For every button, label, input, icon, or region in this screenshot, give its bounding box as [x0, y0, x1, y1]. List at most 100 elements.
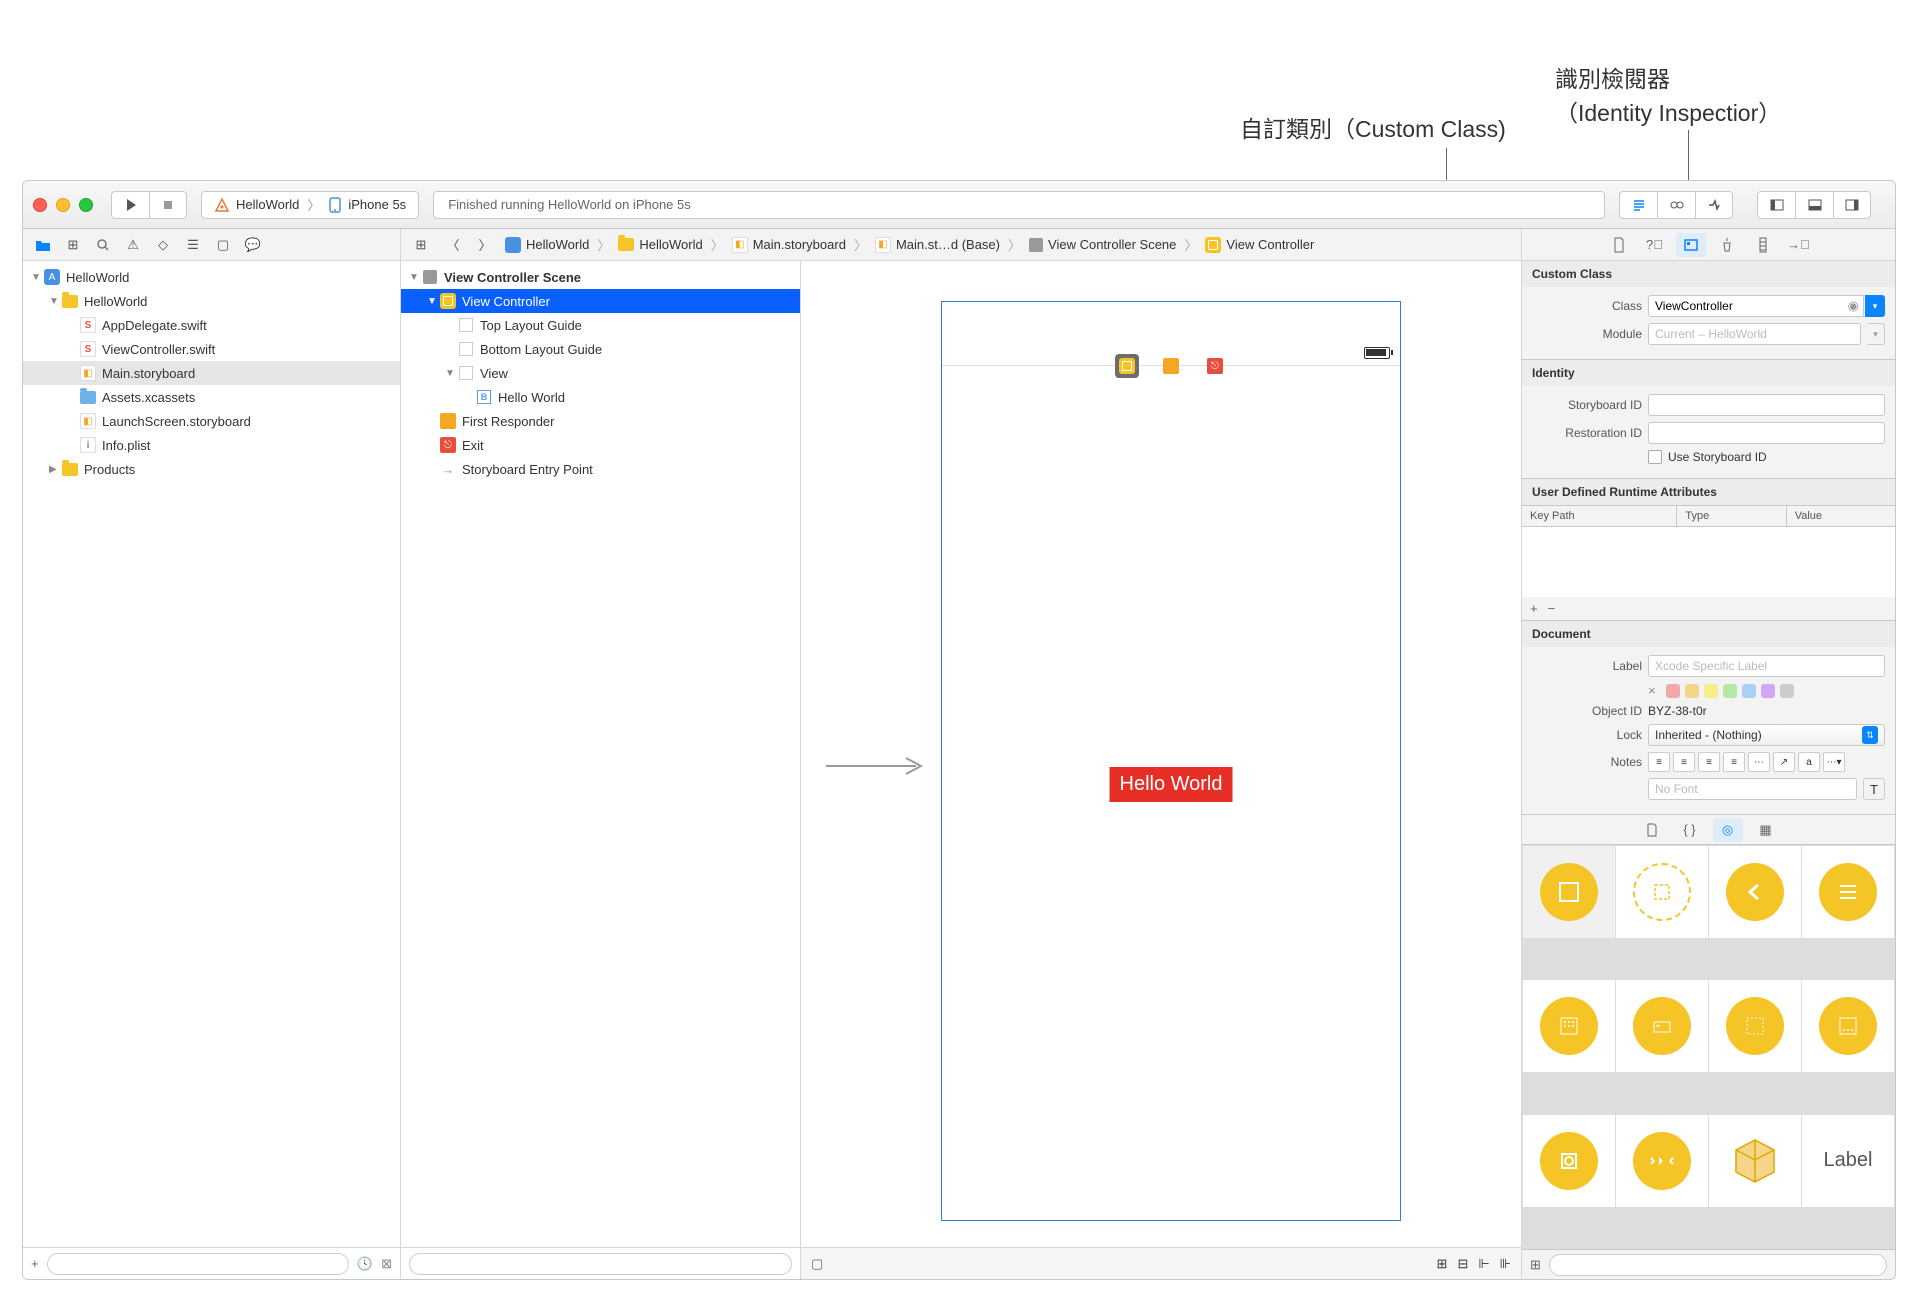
use-storyboard-id-checkbox[interactable]	[1648, 450, 1662, 464]
library-item[interactable]	[1523, 1115, 1615, 1207]
library-item-label[interactable]: Label	[1802, 1115, 1894, 1207]
file-inspector-tab[interactable]	[1604, 233, 1634, 257]
module-field[interactable]	[1648, 323, 1861, 345]
library-view-mode-icon[interactable]: ⊞	[1530, 1257, 1541, 1273]
run-button[interactable]	[111, 191, 149, 219]
add-button[interactable]: +	[31, 1256, 39, 1271]
breadcrumb[interactable]: ◧Main.st…d (Base)	[875, 237, 1000, 253]
library-item[interactable]	[1802, 846, 1894, 938]
add-attribute-button[interactable]: +	[1530, 601, 1538, 616]
outline-item[interactable]: →Storyboard Entry Point	[401, 457, 800, 481]
vc-dock-icon[interactable]	[1115, 354, 1139, 378]
identity-inspector-tab[interactable]	[1676, 233, 1706, 257]
symbol-navigator-tab[interactable]: ⊞	[61, 234, 85, 256]
navigator-item[interactable]: iInfo.plist	[23, 433, 400, 457]
file-template-library-tab[interactable]	[1637, 818, 1667, 842]
first-responder-dock-icon[interactable]	[1159, 354, 1183, 378]
outline-item[interactable]: ▼View Controller	[401, 289, 800, 313]
maximize-button[interactable]	[79, 198, 93, 212]
size-inspector-tab[interactable]	[1748, 233, 1778, 257]
document-label-field[interactable]	[1648, 655, 1885, 677]
storyboard-canvas[interactable]: ⎋ Hello World ▢ ⊞ ⊟ ⊩ ⊪	[801, 261, 1521, 1279]
navigator-item[interactable]: ◧Main.storyboard	[23, 361, 400, 385]
stop-button[interactable]	[149, 191, 187, 219]
storyboard-id-field[interactable]	[1648, 394, 1885, 416]
scheme-selector[interactable]: HelloWorld 〉 iPhone 5s	[201, 191, 419, 219]
navigator-item[interactable]: ◧LaunchScreen.storyboard	[23, 409, 400, 433]
lock-select[interactable]: Inherited - (Nothing) ⇅	[1648, 724, 1885, 746]
label-color-picker[interactable]	[1666, 684, 1794, 698]
toggle-navigator-button[interactable]	[1757, 191, 1795, 219]
navigator-item[interactable]: ▼AHelloWorld	[23, 265, 400, 289]
remove-attribute-button[interactable]: −	[1548, 601, 1556, 616]
view-controller-canvas[interactable]: ⎋ Hello World	[941, 301, 1401, 1221]
close-button[interactable]	[33, 198, 47, 212]
notes-format-bar[interactable]: ≡≡≡≡ ⋯↗a⋯▾	[1648, 752, 1845, 772]
outline-item[interactable]: ▼View Controller Scene	[401, 265, 800, 289]
attributes-inspector-tab[interactable]	[1712, 233, 1742, 257]
font-field[interactable]	[1648, 778, 1857, 800]
library-item[interactable]	[1616, 846, 1708, 938]
restoration-id-field[interactable]	[1648, 422, 1885, 444]
toggle-utilities-button[interactable]	[1833, 191, 1871, 219]
recent-filter-icon[interactable]: 🕓	[357, 1256, 373, 1272]
font-picker-button[interactable]: T	[1863, 778, 1885, 800]
outline-item[interactable]: ▼View	[401, 361, 800, 385]
library-item[interactable]	[1616, 1115, 1708, 1207]
attributes-table-body[interactable]	[1522, 527, 1895, 597]
report-navigator-tab[interactable]: 💬	[241, 234, 265, 256]
navigator-item[interactable]: SAppDelegate.swift	[23, 313, 400, 337]
outline-item[interactable]: ⎋Exit	[401, 433, 800, 457]
outline-filter[interactable]	[409, 1253, 792, 1275]
nav-forward-button[interactable]: 〉	[473, 234, 497, 256]
library-item[interactable]	[1802, 980, 1894, 1072]
outline-item[interactable]: First Responder	[401, 409, 800, 433]
outline-item[interactable]: BHello World	[401, 385, 800, 409]
media-library-tab[interactable]: ▦	[1751, 818, 1781, 842]
version-editor-button[interactable]	[1695, 191, 1733, 219]
module-dropdown[interactable]: ▾	[1867, 323, 1885, 345]
minimize-button[interactable]	[56, 198, 70, 212]
library-item[interactable]	[1709, 1115, 1801, 1207]
related-items-icon[interactable]: ⊞	[409, 234, 433, 256]
exit-dock-icon[interactable]: ⎋	[1203, 354, 1227, 378]
breadcrumb[interactable]: HelloWorld	[505, 237, 589, 253]
breakpoint-navigator-tab[interactable]: ▢	[211, 234, 235, 256]
navigator-item[interactable]: SViewController.swift	[23, 337, 400, 361]
hello-world-label[interactable]: Hello World	[1110, 767, 1233, 802]
navigator-filter[interactable]	[47, 1253, 349, 1275]
resolve-icon[interactable]: ⊪	[1500, 1256, 1511, 1272]
test-navigator-tab[interactable]: ◇	[151, 234, 175, 256]
code-snippet-library-tab[interactable]: { }	[1675, 818, 1705, 842]
breadcrumb[interactable]: View Controller	[1205, 237, 1314, 253]
library-item[interactable]	[1709, 846, 1801, 938]
navigator-item[interactable]: Assets.xcassets	[23, 385, 400, 409]
class-field[interactable]	[1648, 295, 1864, 317]
outline-item[interactable]: Bottom Layout Guide	[401, 337, 800, 361]
connections-inspector-tab[interactable]: →⃝	[1784, 233, 1814, 257]
find-navigator-tab[interactable]	[91, 234, 115, 256]
object-library-tab[interactable]: ◎	[1713, 818, 1743, 842]
library-item[interactable]	[1709, 980, 1801, 1072]
scm-filter-icon[interactable]: ⊠	[381, 1256, 392, 1272]
pin-icon[interactable]: ⊩	[1478, 1256, 1489, 1272]
library-filter[interactable]	[1549, 1254, 1887, 1276]
issue-navigator-tab[interactable]: ⚠	[121, 234, 145, 256]
breadcrumb[interactable]: View Controller Scene	[1029, 237, 1176, 252]
breadcrumb[interactable]: ◧Main.storyboard	[732, 237, 846, 253]
navigator-item[interactable]: ▶Products	[23, 457, 400, 481]
library-item[interactable]	[1523, 980, 1615, 1072]
align-icon[interactable]: ⊟	[1457, 1256, 1468, 1272]
auto-layout-icon[interactable]: ⊞	[1437, 1256, 1448, 1272]
project-navigator-tab[interactable]	[31, 234, 55, 256]
toggle-debug-button[interactable]	[1795, 191, 1833, 219]
outline-toggle-icon[interactable]: ▢	[811, 1256, 823, 1272]
navigator-item[interactable]: ▼HelloWorld	[23, 289, 400, 313]
nav-back-button[interactable]: 〈	[441, 234, 465, 256]
standard-editor-button[interactable]	[1619, 191, 1657, 219]
debug-navigator-tab[interactable]: ☰	[181, 234, 205, 256]
outline-item[interactable]: Top Layout Guide	[401, 313, 800, 337]
library-item[interactable]	[1523, 846, 1615, 938]
quick-help-tab[interactable]: ?⃝	[1640, 233, 1670, 257]
breadcrumb[interactable]: HelloWorld	[618, 237, 702, 252]
